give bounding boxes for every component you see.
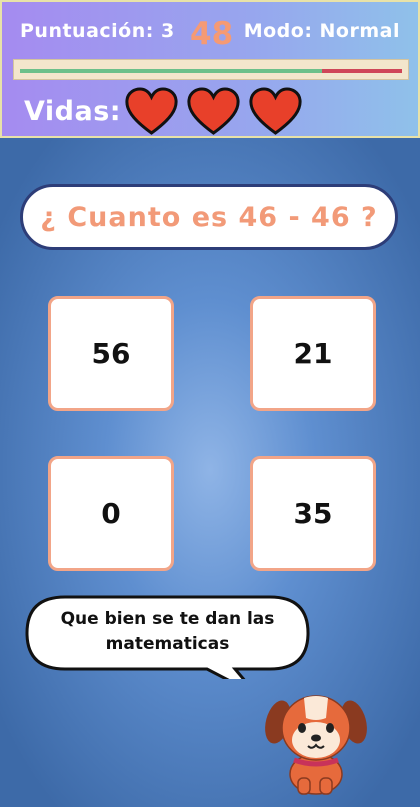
hud-panel: Puntuación: 3 48 Modo: Normal Vidas: <box>0 0 420 138</box>
timer-value: 48 <box>190 16 234 52</box>
question-box: ¿ Cuanto es 46 - 46 ? <box>20 184 398 250</box>
time-progress-bar <box>13 59 409 80</box>
lives-label: Vidas: <box>24 96 122 127</box>
dog-mascot-icon <box>265 695 367 795</box>
answer-button-3[interactable]: 0 <box>48 456 174 571</box>
score-label: Puntuación: 3 <box>20 20 175 42</box>
mascot-message-line-1: Que bien se te dan las <box>60 609 275 629</box>
time-progress-remaining <box>322 69 402 73</box>
answer-button-4[interactable]: 35 <box>250 456 376 571</box>
mode-label: Modo: Normal <box>243 20 400 42</box>
answer-button-1[interactable]: 56 <box>48 296 174 411</box>
mascot-message-line-2: matematicas <box>105 634 230 654</box>
game-screen: Puntuación: 3 48 Modo: Normal Vidas: ¿ C… <box>0 0 420 807</box>
heart-icon <box>125 87 178 135</box>
time-progress-fill <box>20 69 322 73</box>
answer-button-2[interactable]: 21 <box>250 296 376 411</box>
lives-hearts <box>124 87 303 137</box>
heart-icon <box>187 87 240 135</box>
mascot-message: Que bien se te dan las matematicas <box>30 607 305 657</box>
heart-icon <box>249 87 302 135</box>
